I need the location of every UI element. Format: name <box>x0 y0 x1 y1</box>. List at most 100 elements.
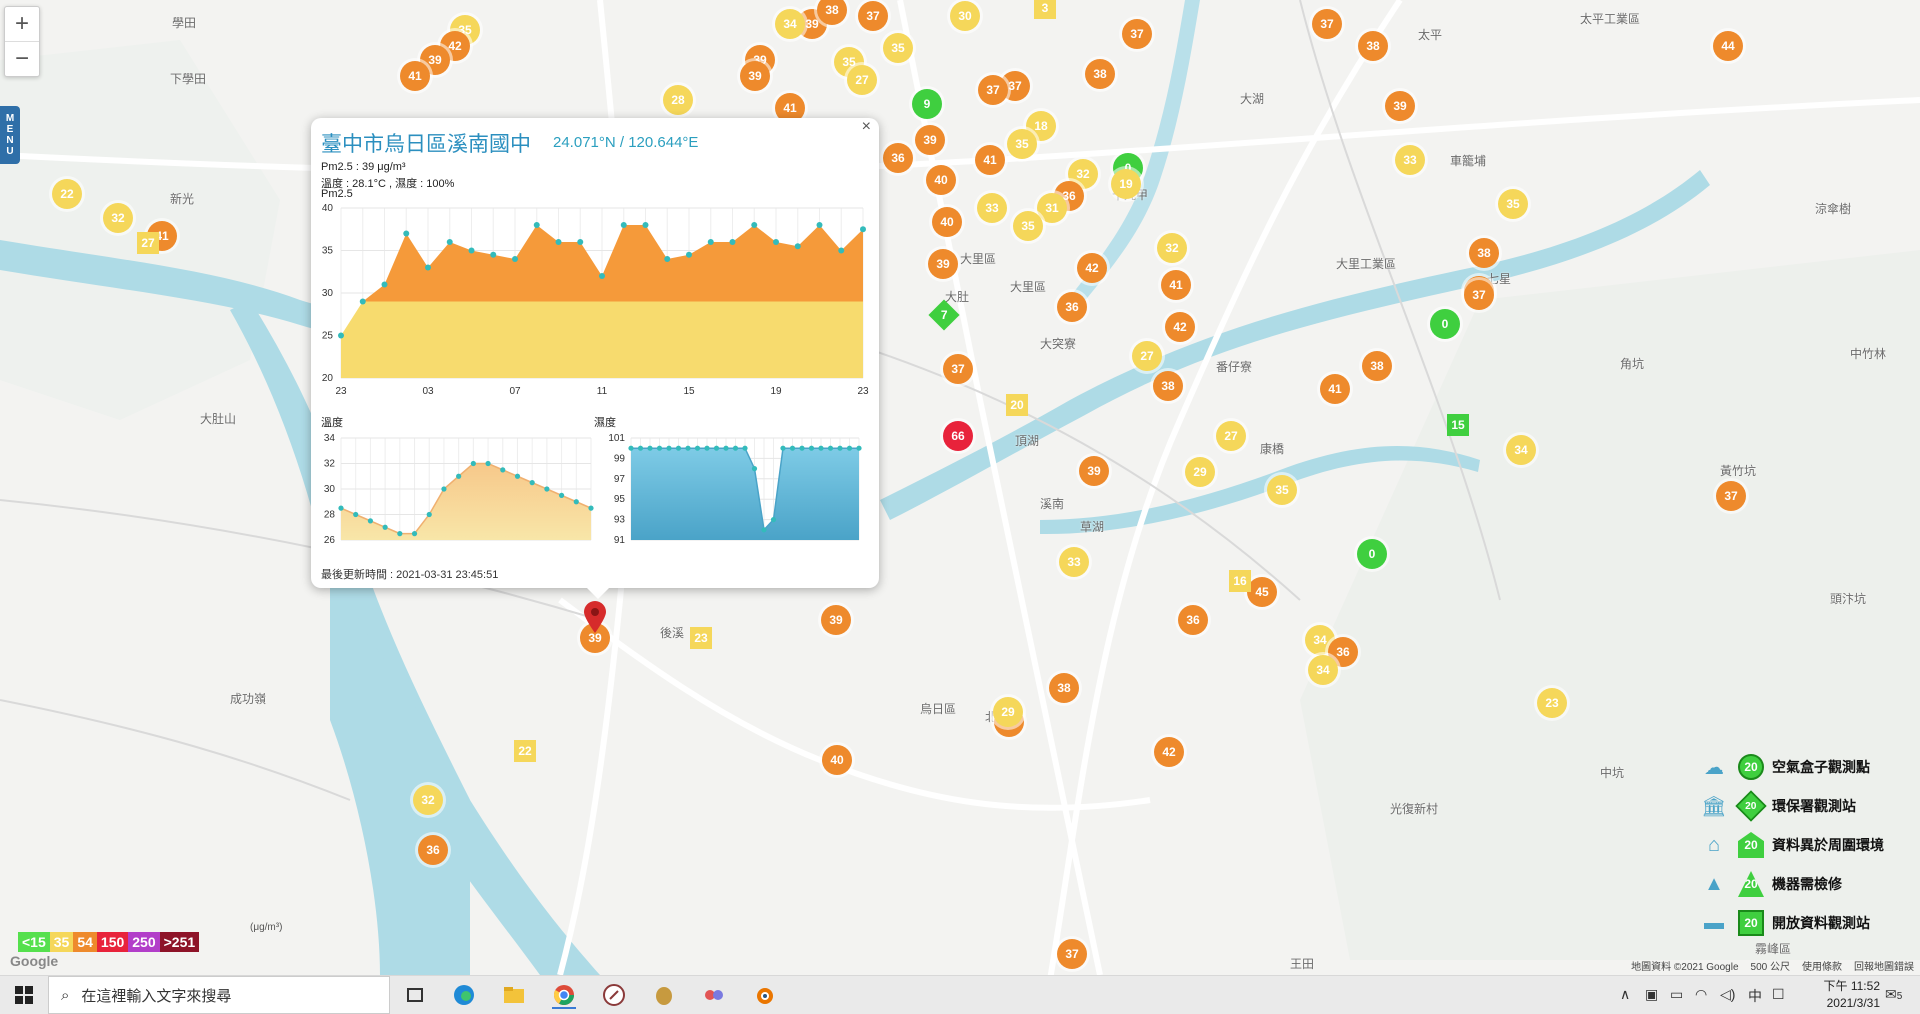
open-data-station-marker[interactable]: 15 <box>1447 414 1469 436</box>
air-quality-marker[interactable]: 41 <box>400 61 430 91</box>
edge-browser-icon[interactable] <box>452 983 476 1007</box>
air-quality-marker[interactable]: 36 <box>883 143 913 173</box>
air-quality-marker[interactable]: 41 <box>975 145 1005 175</box>
air-quality-marker[interactable]: 34 <box>1308 655 1338 685</box>
air-quality-marker[interactable]: 35 <box>1498 189 1528 219</box>
battery-icon[interactable]: ▭ <box>1670 986 1683 1003</box>
air-quality-marker[interactable]: 33 <box>977 193 1007 223</box>
ime-indicator[interactable]: 中 <box>1748 986 1762 1006</box>
air-quality-marker[interactable]: 35 <box>1013 211 1043 241</box>
app-icon[interactable] <box>602 983 626 1007</box>
air-quality-marker[interactable]: 34 <box>775 9 805 39</box>
air-quality-marker[interactable]: 36 <box>418 835 448 865</box>
tray-app-icon[interactable]: ▣ <box>1645 986 1658 1003</box>
terms-link[interactable]: 使用條款 <box>1802 958 1842 973</box>
map-canvas[interactable]: 學田 大肚 下學田 太平 大里區 大里工業區 霧峰區 烏日區 新光 頂湖 康橋 … <box>0 0 1920 975</box>
air-quality-marker[interactable]: 42 <box>1077 253 1107 283</box>
air-quality-marker[interactable]: 38 <box>1049 673 1079 703</box>
air-quality-marker[interactable]: 29 <box>1185 457 1215 487</box>
air-quality-marker[interactable]: 37 <box>1464 280 1494 310</box>
air-quality-marker[interactable]: 38 <box>1362 351 1392 381</box>
network-icon[interactable]: ◠ <box>1695 986 1707 1003</box>
open-data-station-marker[interactable]: 16 <box>1229 570 1251 592</box>
air-quality-marker[interactable]: 27 <box>1132 341 1162 371</box>
air-quality-marker[interactable]: 37 <box>943 354 973 384</box>
air-quality-marker[interactable]: 42 <box>1154 737 1184 767</box>
location-pin-icon[interactable] <box>582 600 608 634</box>
air-quality-marker[interactable]: 22 <box>52 179 82 209</box>
air-quality-marker[interactable]: 42 <box>1165 312 1195 342</box>
air-quality-marker[interactable]: 39 <box>821 605 851 635</box>
air-quality-marker[interactable]: 35 <box>883 33 913 63</box>
air-quality-marker[interactable]: 29 <box>993 697 1023 727</box>
air-quality-marker[interactable]: 36 <box>1057 292 1087 322</box>
air-quality-marker[interactable]: 0 <box>1430 309 1460 339</box>
task-view-icon[interactable] <box>403 983 427 1007</box>
air-quality-marker[interactable]: 45 <box>1247 577 1277 607</box>
report-error-link[interactable]: 回報地圖錯誤 <box>1854 958 1914 973</box>
open-data-station-marker[interactable]: 20 <box>1006 394 1028 416</box>
air-quality-marker[interactable]: 27 <box>1216 421 1246 451</box>
air-quality-marker[interactable]: 38 <box>1153 371 1183 401</box>
zoom-out-button[interactable]: − <box>5 41 39 76</box>
air-quality-marker[interactable]: 37 <box>978 75 1008 105</box>
open-data-station-marker[interactable]: 23 <box>690 627 712 649</box>
air-quality-marker[interactable]: 32 <box>413 785 443 815</box>
air-quality-marker[interactable]: 41 <box>1161 270 1191 300</box>
air-quality-marker[interactable]: 37 <box>1312 9 1342 39</box>
chrome-icon[interactable] <box>552 983 576 1009</box>
air-quality-marker[interactable]: 33 <box>1395 145 1425 175</box>
data-point <box>353 511 359 518</box>
air-quality-marker[interactable]: 37 <box>1122 19 1152 49</box>
y-tick-label: 30 <box>324 484 336 495</box>
air-quality-marker[interactable]: 37 <box>1716 481 1746 511</box>
air-quality-marker[interactable]: 40 <box>822 745 852 775</box>
open-data-station-marker[interactable]: 22 <box>514 740 536 762</box>
air-quality-marker[interactable]: 37 <box>1057 939 1087 969</box>
file-explorer-icon[interactable] <box>502 983 526 1007</box>
air-quality-marker[interactable]: 27 <box>847 65 877 95</box>
app-icon[interactable] <box>702 983 726 1007</box>
taskbar-search-input[interactable]: ⌕ 在這裡輸入文字來搜尋 <box>48 976 390 1014</box>
air-quality-marker[interactable]: 32 <box>1157 233 1187 263</box>
air-quality-marker[interactable]: 9 <box>912 89 942 119</box>
open-data-station-marker[interactable]: 3 <box>1034 0 1056 19</box>
air-quality-marker[interactable]: 33 <box>1059 547 1089 577</box>
app-icon[interactable] <box>652 983 676 1007</box>
air-quality-marker[interactable]: 38 <box>1469 238 1499 268</box>
air-quality-marker[interactable]: 39 <box>928 249 958 279</box>
open-data-station-marker[interactable]: 27 <box>137 232 159 254</box>
air-quality-marker[interactable]: 38 <box>1085 59 1115 89</box>
ime-mode-icon[interactable]: ☐ <box>1772 986 1785 1003</box>
air-quality-marker[interactable]: 30 <box>950 1 980 31</box>
air-quality-marker[interactable]: 23 <box>1537 688 1567 718</box>
air-quality-marker[interactable]: 32 <box>103 203 133 233</box>
windows-start-icon[interactable] <box>12 983 36 1007</box>
menu-tab[interactable]: M E N U <box>0 106 20 164</box>
air-quality-marker[interactable]: 39 <box>1385 91 1415 121</box>
air-quality-marker[interactable]: 38 <box>1358 31 1388 61</box>
blender-icon[interactable] <box>752 983 776 1007</box>
air-quality-marker[interactable]: 40 <box>932 207 962 237</box>
air-quality-marker[interactable]: 28 <box>663 85 693 115</box>
volume-icon[interactable]: ◁) <box>1720 986 1735 1003</box>
close-icon[interactable]: × <box>862 118 871 136</box>
zoom-in-button[interactable]: + <box>5 7 39 41</box>
air-quality-marker[interactable]: 44 <box>1713 31 1743 61</box>
air-quality-marker[interactable]: 66 <box>943 421 973 451</box>
air-quality-marker[interactable]: 37 <box>858 1 888 31</box>
air-quality-marker[interactable]: 34 <box>1506 435 1536 465</box>
air-quality-marker[interactable]: 40 <box>926 165 956 195</box>
notification-icon[interactable]: ✉5 <box>1885 986 1902 1003</box>
tray-chevron-icon[interactable]: ∧ <box>1620 986 1630 1003</box>
air-quality-marker[interactable]: 39 <box>1079 456 1109 486</box>
air-quality-marker[interactable]: 0 <box>1357 539 1387 569</box>
air-quality-marker[interactable]: 35 <box>1007 129 1037 159</box>
air-quality-marker[interactable]: 35 <box>1267 475 1297 505</box>
air-quality-marker[interactable]: 41 <box>1320 374 1350 404</box>
air-quality-marker[interactable]: 39 <box>740 61 770 91</box>
air-quality-marker[interactable]: 19 <box>1111 169 1141 199</box>
air-quality-marker[interactable]: 39 <box>915 125 945 155</box>
system-clock[interactable]: 下午 11:52 2021/3/31 <box>1824 978 1880 1012</box>
air-quality-marker[interactable]: 36 <box>1178 605 1208 635</box>
